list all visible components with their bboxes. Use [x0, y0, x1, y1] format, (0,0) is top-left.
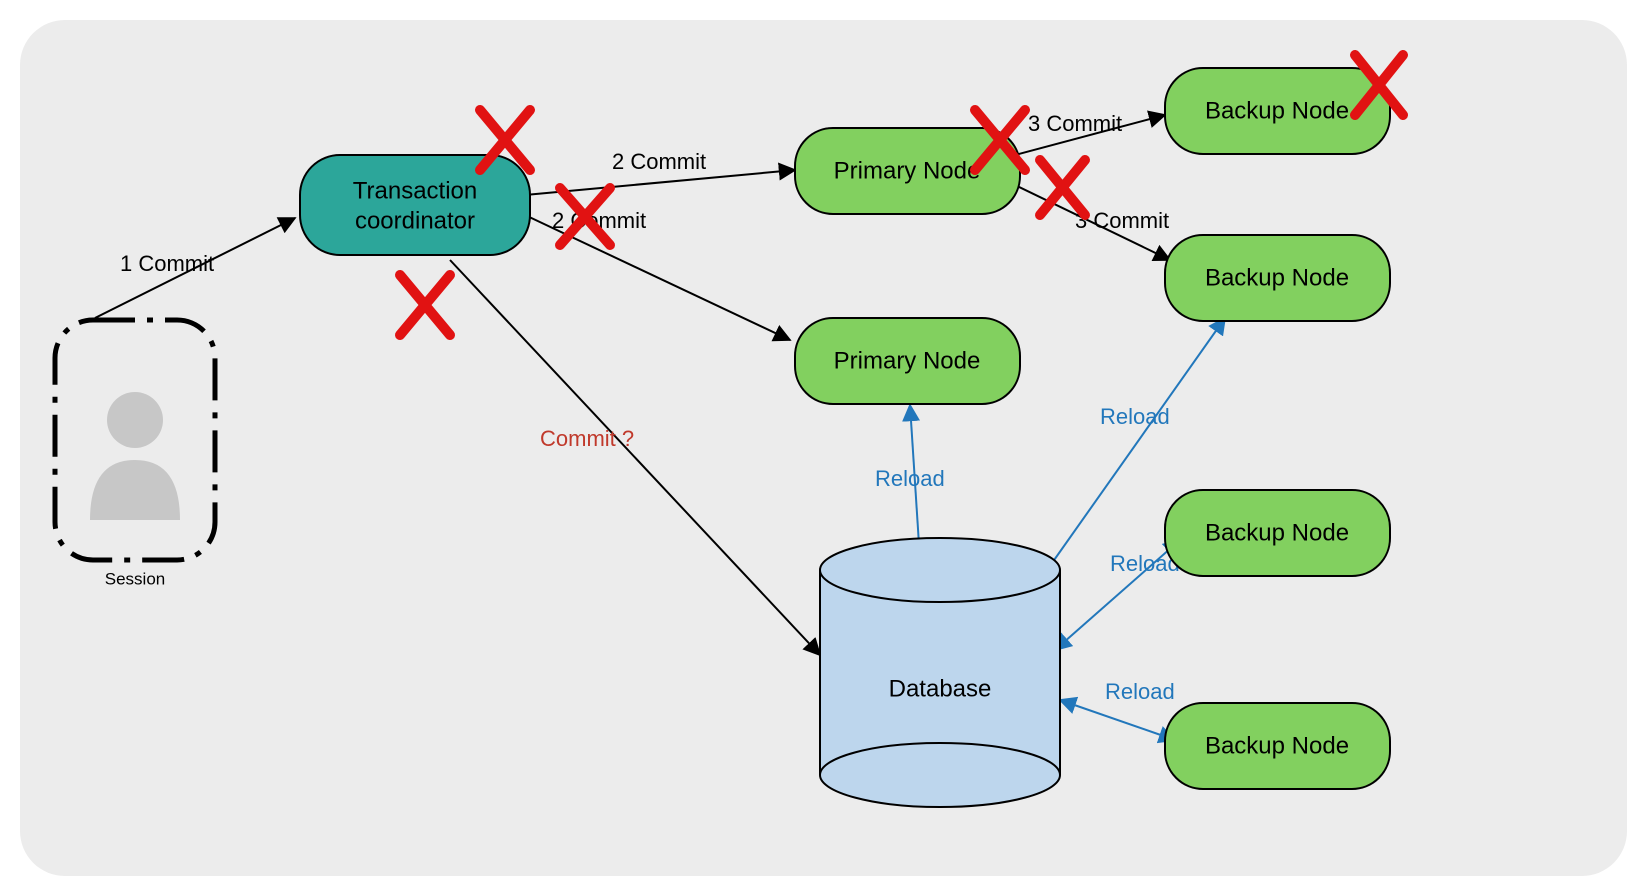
edge-reload-1-label: Reload: [875, 466, 945, 491]
database-label: Database: [889, 675, 992, 702]
backup-node-bottom-1-label: Backup Node: [1205, 519, 1349, 546]
diagram-root: 1 Commit 2 Commit 2 Commit 3 Commit 3 Co…: [0, 0, 1647, 896]
coordinator-label-line2: coordinator: [355, 207, 475, 234]
backup-node-bottom-2-label: Backup Node: [1205, 732, 1349, 759]
primary-node-2-label: Primary Node: [834, 347, 981, 374]
edge-reload-2-label: Reload: [1100, 404, 1170, 429]
backup-node-bottom-2: Backup Node: [1165, 703, 1390, 789]
coordinator-label-line1: Transaction: [353, 177, 478, 204]
edge-commit-2a-label: 2 Commit: [612, 149, 706, 174]
session-label: Session: [105, 569, 165, 588]
edge-reload-4-label: Reload: [1105, 679, 1175, 704]
primary-node-1-label: Primary Node: [834, 157, 981, 184]
edge-commit-3b-label: 3 Commit: [1075, 208, 1169, 233]
backup-node-bottom-1: Backup Node: [1165, 490, 1390, 576]
primary-node-1: Primary Node: [795, 128, 1020, 214]
backup-node-top-2-label: Backup Node: [1205, 264, 1349, 291]
coordinator-node: Transaction coordinator: [300, 155, 530, 255]
backup-node-top-2: Backup Node: [1165, 235, 1390, 321]
edge-commit-q-label: Commit ?: [540, 426, 634, 451]
database-node: Database: [820, 538, 1060, 807]
primary-node-2: Primary Node: [795, 318, 1020, 404]
diagram-svg: 1 Commit 2 Commit 2 Commit 3 Commit 3 Co…: [0, 0, 1647, 896]
edge-commit-1-label: 1 Commit: [120, 251, 214, 276]
backup-node-top-1-label: Backup Node: [1205, 97, 1349, 124]
edge-commit-3a-label: 3 Commit: [1028, 111, 1122, 136]
